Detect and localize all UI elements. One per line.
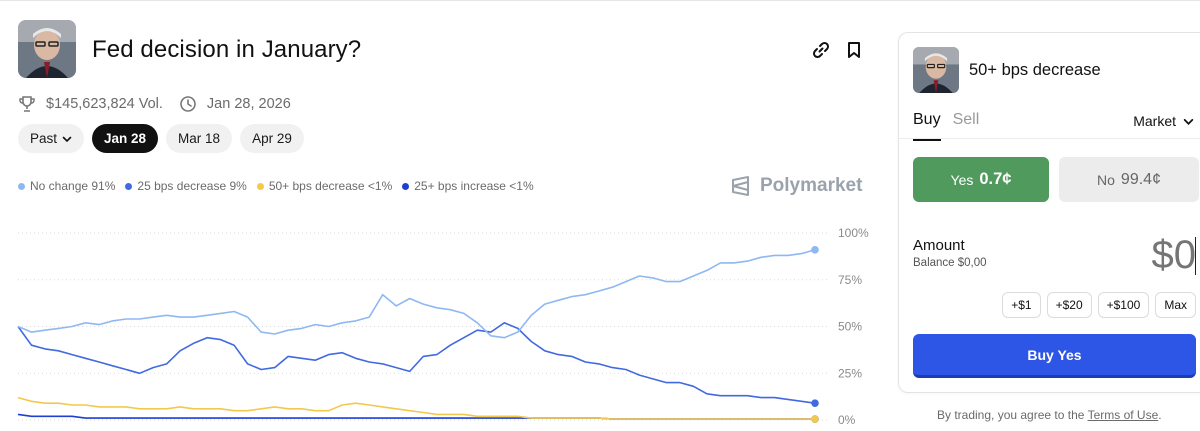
volume-text: $145,623,824 Vol.: [46, 96, 163, 112]
outcome-title: 50+ bps decrease: [969, 61, 1101, 79]
tab-apr-29[interactable]: Apr 29: [240, 124, 304, 153]
order-type-label: Market: [1133, 113, 1176, 129]
chevron-down-icon: [1183, 118, 1194, 125]
brand-name: Polymarket: [760, 175, 863, 196]
terms-of-use-link[interactable]: Terms of Use: [1088, 408, 1159, 422]
tab-sell[interactable]: Sell: [953, 111, 980, 141]
series-line-no-change: [17, 249, 816, 339]
top-border: [0, 0, 1200, 1]
legend-label: 25 bps decrease 9%: [137, 179, 247, 193]
y-tick-label: 100%: [838, 226, 869, 240]
legend-label: 25+ bps increase <1%: [414, 179, 534, 193]
yes-label: Yes: [950, 171, 974, 188]
tab-mar-18[interactable]: Mar 18: [166, 124, 233, 153]
yes-outcome-button[interactable]: Yes 0.7¢: [913, 157, 1049, 202]
market-avatar: [18, 20, 76, 78]
order-type-dropdown[interactable]: Market: [1133, 113, 1194, 129]
legend-label: No change 91%: [30, 179, 116, 193]
date-tabs: Past Jan 28 Mar 18 Apr 29: [18, 124, 304, 153]
series-end-point: [811, 399, 819, 407]
tab-past[interactable]: Past: [18, 124, 85, 153]
market-meta: $145,623,824 Vol. Jan 28, 2026: [18, 94, 291, 114]
legend-dot: [256, 182, 264, 190]
chevron-down-icon: [62, 136, 72, 142]
legend-dot: [18, 182, 25, 190]
legend-dot: [402, 182, 410, 190]
quick-amounts: +$1 +$20 +$100 Max: [1002, 292, 1196, 318]
polymarket-logo: Polymarket: [730, 175, 862, 197]
legend-label: 50+ bps decrease <1%: [268, 179, 393, 193]
trade-panel: 50+ bps decrease Buy Sell Market Yes 0.7…: [898, 32, 1200, 393]
market-title: Fed decision in January?: [92, 36, 362, 63]
trophy-icon: [19, 96, 35, 112]
amount-label: Amount: [913, 237, 965, 254]
add-1-button[interactable]: +$1: [1002, 292, 1041, 318]
max-button[interactable]: Max: [1155, 292, 1196, 318]
y-tick-label: 75%: [838, 273, 862, 287]
legend-item-50-decrease: 50+ bps decrease <1%: [256, 179, 393, 193]
clock-icon: [180, 96, 196, 112]
terms-notice: By trading, you agree to the Terms of Us…: [937, 408, 1162, 422]
tab-buy[interactable]: Buy: [913, 111, 941, 141]
add-100-button[interactable]: +$100: [1097, 292, 1150, 318]
amount-input[interactable]: [1076, 231, 1196, 279]
no-outcome-button[interactable]: No 99.4¢: [1059, 157, 1199, 202]
y-tick-label: 25%: [838, 366, 862, 380]
no-price: 99.4¢: [1120, 170, 1161, 188]
series-end-point: [811, 415, 819, 423]
legend-item-25-decrease: 25 bps decrease 9%: [125, 179, 247, 193]
terms-suffix: .: [1158, 408, 1162, 422]
add-20-button[interactable]: +$20: [1046, 292, 1092, 318]
bookmark-icon[interactable]: [844, 40, 864, 60]
legend-dot: [125, 182, 133, 190]
series-line-50-bps-decrease: [17, 396, 815, 420]
buy-yes-button[interactable]: Buy Yes: [913, 334, 1196, 378]
series-end-point: [811, 246, 819, 254]
no-label: No: [1097, 171, 1115, 188]
series-line-25-bps-decrease: [17, 322, 816, 404]
yes-price: 0.7¢: [979, 170, 1012, 188]
end-date-text: Jan 28, 2026: [206, 96, 291, 112]
tab-past-label: Past: [30, 131, 58, 146]
tab-jan-28[interactable]: Jan 28: [92, 124, 159, 153]
divider: [899, 138, 1200, 139]
balance-text: Balance $0,00: [913, 257, 987, 269]
terms-prefix: By trading, you agree to the: [937, 408, 1085, 422]
polymarket-icon: [732, 176, 749, 196]
y-tick-label: 0%: [838, 413, 856, 427]
buy-sell-tabs: Buy Sell: [913, 111, 979, 141]
legend-item-25-increase: 25+ bps increase <1%: [402, 179, 534, 193]
price-history-chart[interactable]: 100% 75% 50% 25% 0%: [0, 215, 880, 431]
outcome-avatar: [913, 47, 959, 93]
y-tick-label: 50%: [838, 320, 862, 334]
legend-item-no-change: No change 91%: [18, 179, 115, 193]
text-caret: [1195, 237, 1196, 275]
link-icon[interactable]: [811, 40, 831, 60]
chart-legend: No change 91% 25 bps decrease 9% 50+ bps…: [18, 179, 534, 193]
